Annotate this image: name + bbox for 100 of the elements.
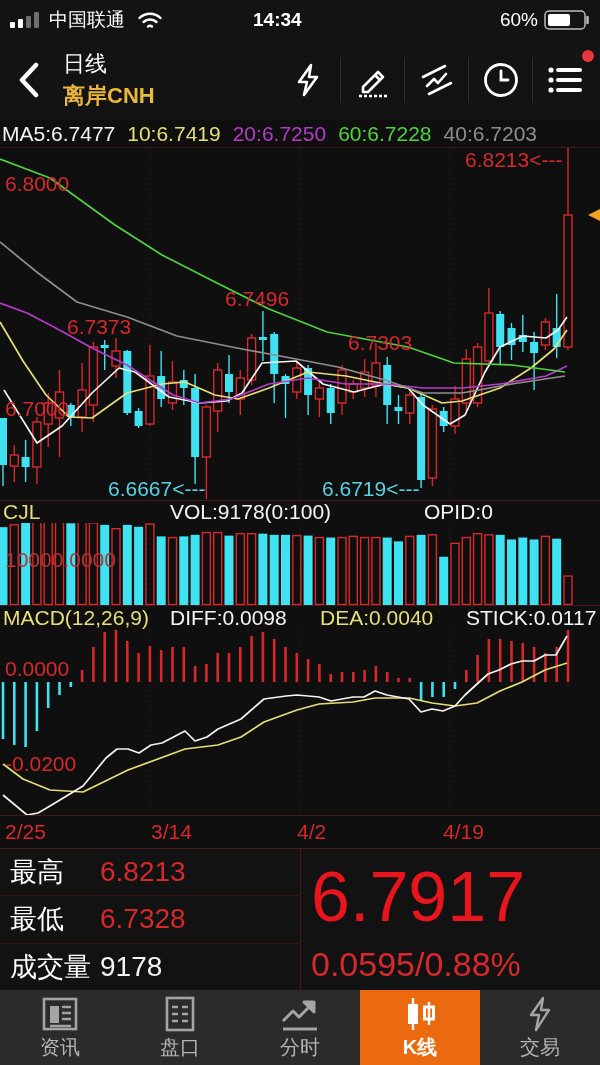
macd-bar bbox=[13, 682, 16, 745]
macd-bar bbox=[137, 653, 140, 682]
indicator-label: DIFF:0.0098 bbox=[170, 606, 288, 630]
macd-bar bbox=[521, 643, 525, 682]
macd-bar bbox=[261, 632, 265, 682]
date-label: 3/14 bbox=[151, 820, 193, 844]
macd-bar bbox=[340, 672, 344, 682]
moving-average-label: 40:6.7203 bbox=[443, 121, 537, 146]
macd-bar bbox=[193, 666, 197, 682]
axis-label: -0.0200 bbox=[5, 753, 77, 775]
volume-bar bbox=[382, 537, 392, 605]
volume-bar bbox=[167, 536, 178, 605]
stat-value: 6.7328 bbox=[100, 903, 186, 936]
volume-bar bbox=[303, 535, 313, 605]
wifi-icon bbox=[138, 11, 162, 29]
last-price: 6.7917 bbox=[311, 857, 527, 937]
macd-bar bbox=[498, 639, 502, 682]
volume-bar bbox=[337, 536, 347, 605]
volume-bar bbox=[179, 536, 189, 605]
date-label: 4/2 bbox=[297, 820, 328, 844]
macd-bar bbox=[103, 632, 106, 682]
macd-bar bbox=[216, 653, 219, 682]
volume-bar bbox=[484, 534, 494, 605]
moving-average-label: 10:6.7419 bbox=[127, 121, 221, 146]
candle bbox=[394, 394, 403, 425]
volume-bar bbox=[281, 534, 290, 605]
candle bbox=[213, 362, 223, 433]
macd-bar bbox=[431, 682, 434, 697]
candle bbox=[77, 362, 87, 433]
moving-average-label: 20:6.7250 bbox=[232, 121, 327, 146]
volume-bar bbox=[518, 537, 528, 605]
candle bbox=[0, 417, 7, 487]
price-marker-icon bbox=[588, 209, 600, 221]
battery-icon bbox=[544, 10, 590, 30]
macd-bar bbox=[476, 655, 479, 682]
candle bbox=[167, 360, 178, 411]
price-label: 6.6667<--- bbox=[108, 478, 206, 499]
stat-value: 9178 bbox=[100, 950, 163, 983]
macd-bar bbox=[566, 630, 570, 682]
moving-average-label: 60:6.7228 bbox=[338, 121, 432, 146]
indicator-label: CJL bbox=[3, 501, 42, 523]
volume-bar bbox=[450, 542, 460, 605]
macd-bar bbox=[148, 646, 152, 682]
macd-bar bbox=[397, 678, 400, 682]
newspaper-icon bbox=[40, 996, 80, 1032]
indicator-label: STICK:0.0117 bbox=[466, 606, 598, 630]
signal-icon bbox=[10, 12, 40, 28]
volume-bar bbox=[246, 533, 257, 605]
indicator-label: VOL:9178(0:100) bbox=[170, 501, 333, 523]
volume-bar bbox=[292, 534, 302, 605]
price-label: 6.6719<--- bbox=[322, 478, 420, 499]
chart-title: 日线 bbox=[63, 50, 108, 78]
indicator-label: MACD(12,26,9) bbox=[3, 606, 150, 630]
price-label: 6.8213<--- bbox=[465, 149, 563, 170]
volume-bar bbox=[394, 541, 403, 605]
macd-bar bbox=[295, 653, 299, 682]
macd-bar bbox=[442, 682, 445, 697]
volume-bar bbox=[326, 537, 336, 605]
macd-bar bbox=[46, 682, 50, 708]
candle bbox=[383, 356, 392, 425]
volume-bar bbox=[269, 534, 279, 605]
candle bbox=[157, 350, 166, 408]
volume-bar bbox=[461, 536, 471, 605]
candle bbox=[123, 349, 132, 416]
stat-label: 最低 bbox=[9, 903, 65, 936]
candle bbox=[518, 314, 527, 353]
moving-average-label: MA5:6.7477 bbox=[2, 121, 116, 146]
volume-bar bbox=[529, 539, 539, 605]
candle bbox=[32, 416, 42, 485]
macd-bar bbox=[453, 682, 457, 689]
volume-bar bbox=[540, 535, 551, 605]
macd-bar bbox=[318, 664, 321, 682]
axis-label: 0.0000 bbox=[5, 658, 70, 680]
candle bbox=[496, 310, 505, 366]
macd-bar bbox=[69, 682, 73, 687]
macd-bar bbox=[35, 682, 39, 731]
candle bbox=[111, 337, 121, 379]
macd-bar bbox=[24, 682, 27, 747]
chevron-left-icon bbox=[18, 62, 40, 98]
macd-bar bbox=[182, 647, 186, 682]
volume-bar bbox=[405, 535, 415, 605]
macd-bar bbox=[544, 653, 547, 682]
candle bbox=[225, 354, 233, 404]
price-change: 0.0595/0.88% bbox=[311, 945, 522, 983]
stat-label: 最高 bbox=[9, 856, 65, 889]
macd-bar bbox=[363, 670, 366, 682]
candle bbox=[304, 364, 313, 416]
candle bbox=[507, 322, 516, 361]
candle bbox=[461, 348, 471, 412]
macd-bar bbox=[465, 670, 468, 682]
volume-bar bbox=[495, 534, 505, 605]
macd-bar bbox=[250, 636, 253, 682]
volume-bar bbox=[348, 535, 358, 605]
macd-bar bbox=[532, 647, 536, 682]
volume-bar bbox=[258, 533, 268, 605]
volume-bar bbox=[314, 536, 325, 605]
macd-bar bbox=[510, 641, 513, 682]
volume-bar bbox=[507, 539, 516, 605]
candle bbox=[450, 385, 460, 435]
candle bbox=[314, 379, 325, 418]
